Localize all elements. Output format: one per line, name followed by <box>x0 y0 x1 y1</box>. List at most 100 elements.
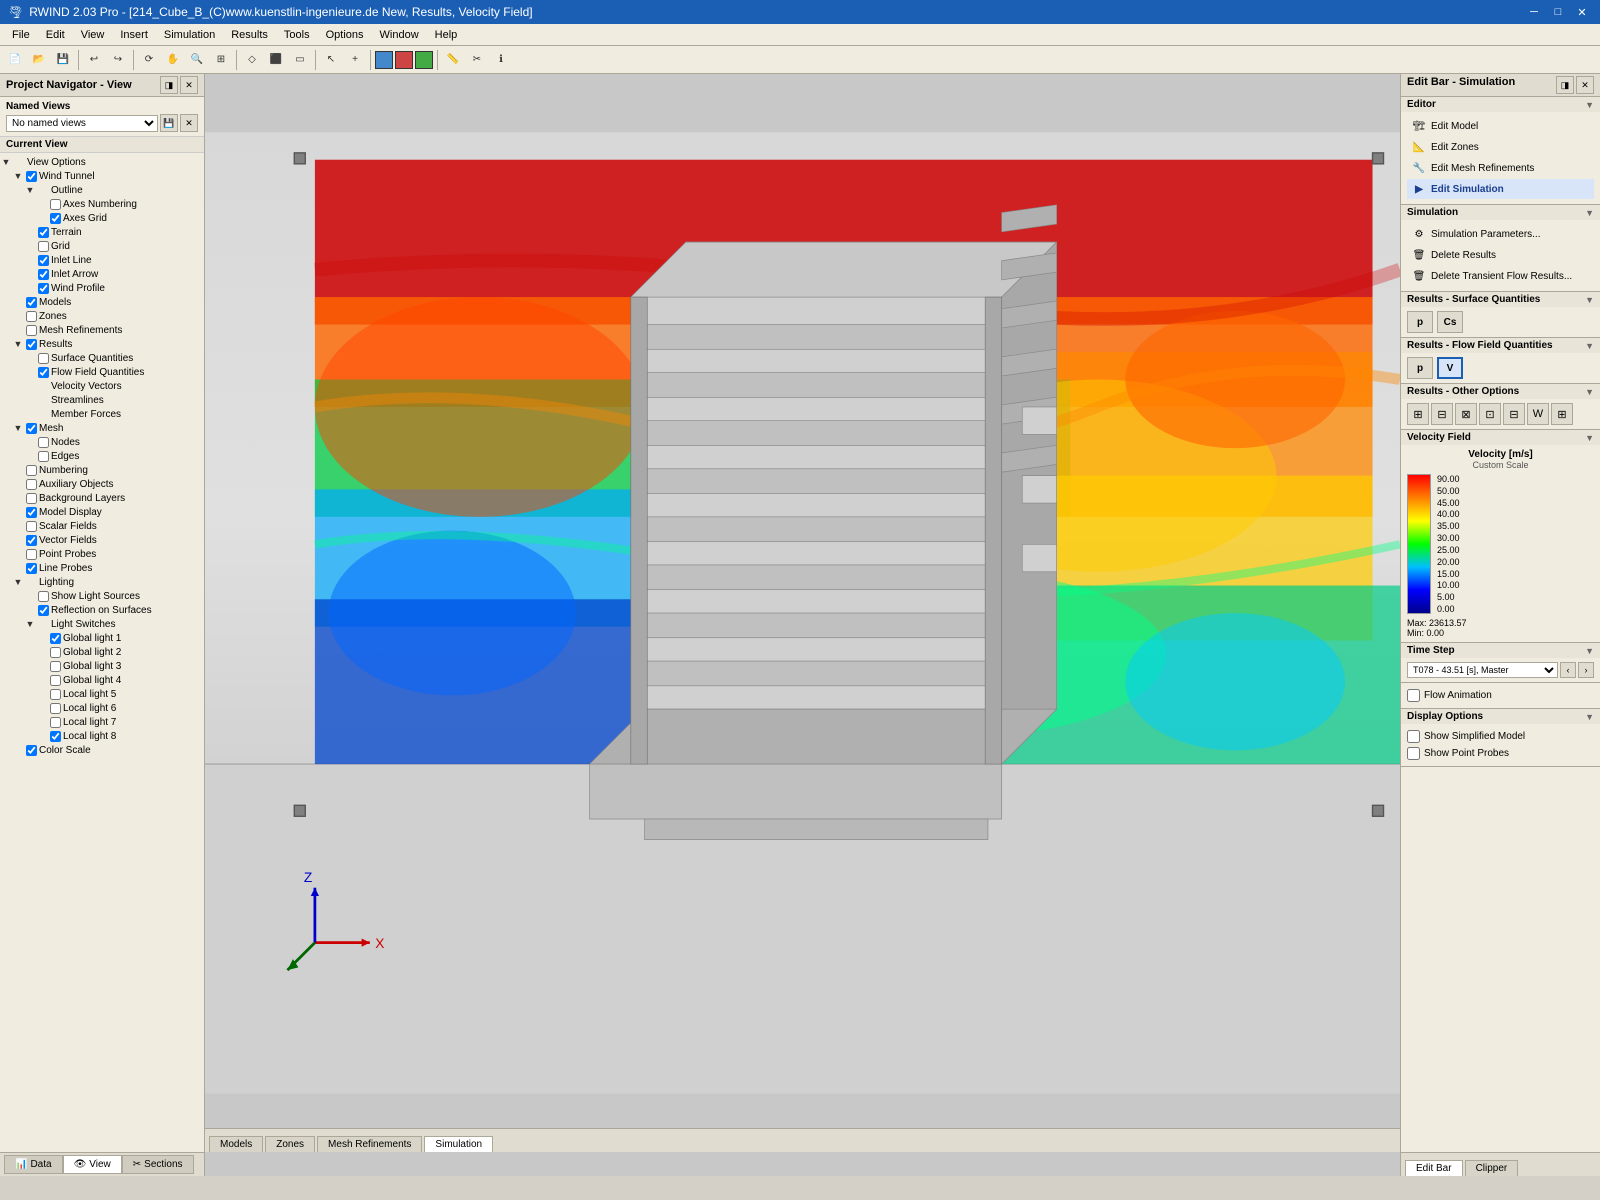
tree-expand-auxiliary-objects[interactable] <box>12 478 24 490</box>
menu-item-insert[interactable]: Insert <box>112 27 156 43</box>
tree-node-outline[interactable]: ▼Outline <box>0 183 204 197</box>
undo-button[interactable]: ↩ <box>83 49 105 71</box>
tree-expand-background-layers[interactable] <box>12 492 24 504</box>
tree-expand-axes-numbering[interactable] <box>36 198 48 210</box>
menu-item-window[interactable]: Window <box>372 27 427 43</box>
flow-p-button[interactable]: p <box>1407 357 1433 379</box>
other-btn-7[interactable]: ⊞ <box>1551 403 1573 425</box>
tree-checkbox-axes-grid[interactable] <box>50 213 61 224</box>
tree-node-view-options[interactable]: ▼View Options <box>0 155 204 169</box>
clipper-tab[interactable]: Clipper <box>1465 1160 1519 1176</box>
display-options-toggle[interactable]: ▼ <box>1585 712 1594 722</box>
tree-node-color-scale[interactable]: Color Scale <box>0 743 204 757</box>
view-top-button[interactable]: ⬛ <box>265 49 287 71</box>
tree-node-model-display[interactable]: Model Display <box>0 505 204 519</box>
tree-checkbox-nodes[interactable] <box>38 437 49 448</box>
tree-expand-vector-fields[interactable] <box>12 534 24 546</box>
tree-node-flow-field-quantities[interactable]: Flow Field Quantities <box>0 365 204 379</box>
surface-cs-button[interactable]: Cs <box>1437 311 1463 333</box>
select-button[interactable]: ↖ <box>320 49 342 71</box>
tree-node-axes-numbering[interactable]: Axes Numbering <box>0 197 204 211</box>
tree-expand-velocity-vectors[interactable] <box>24 380 36 392</box>
tree-node-zones[interactable]: Zones <box>0 309 204 323</box>
tree-node-mesh-refinements[interactable]: Mesh Refinements <box>0 323 204 337</box>
tree-expand-nodes[interactable] <box>24 436 36 448</box>
named-views-delete-button[interactable]: ✕ <box>180 114 198 132</box>
viewport-canvas[interactable]: X Z ModelsZonesMesh RefinementsSimulatio… <box>205 74 1400 1152</box>
info-button[interactable]: ℹ <box>490 49 512 71</box>
tree-expand-zones[interactable] <box>12 310 24 322</box>
tree-node-reflection-on-surfaces[interactable]: Reflection on Surfaces <box>0 603 204 617</box>
tree-node-grid[interactable]: Grid <box>0 239 204 253</box>
tree-node-local-light-8[interactable]: Local light 8 <box>0 729 204 743</box>
tree-expand-edges[interactable] <box>24 450 36 462</box>
pan-button[interactable]: ✋ <box>162 49 184 71</box>
tree-checkbox-auxiliary-objects[interactable] <box>26 479 37 490</box>
tree-checkbox-mesh-refinements[interactable] <box>26 325 37 336</box>
tree-node-velocity-vectors[interactable]: Velocity Vectors <box>0 379 204 393</box>
tree-checkbox-model-display[interactable] <box>26 507 37 518</box>
tree-node-surface-quantities[interactable]: Surface Quantities <box>0 351 204 365</box>
view-iso-button[interactable]: ◇ <box>241 49 263 71</box>
tree-expand-inlet-arrow[interactable] <box>24 268 36 280</box>
tree-node-numbering[interactable]: Numbering <box>0 463 204 477</box>
tree-node-edges[interactable]: Edges <box>0 449 204 463</box>
other-btn-5[interactable]: ⊟ <box>1503 403 1525 425</box>
named-views-select[interactable]: No named views <box>6 115 158 132</box>
menu-item-simulation[interactable]: Simulation <box>156 27 223 43</box>
other-btn-3[interactable]: ⊠ <box>1455 403 1477 425</box>
tree-node-background-layers[interactable]: Background Layers <box>0 491 204 505</box>
flow-v-button[interactable]: V <box>1437 357 1463 379</box>
results-flow-toggle[interactable]: ▼ <box>1585 341 1594 351</box>
tree-node-global-light-3[interactable]: Global light 3 <box>0 659 204 673</box>
tree-expand-flow-field-quantities[interactable] <box>24 366 36 378</box>
tree-checkbox-local-light-5[interactable] <box>50 689 61 700</box>
sections-tab[interactable]: ✂ Sections <box>122 1155 194 1174</box>
tree-expand-color-scale[interactable] <box>12 744 24 756</box>
tree-node-axes-grid[interactable]: Axes Grid <box>0 211 204 225</box>
velocity-field-toggle[interactable]: ▼ <box>1585 433 1594 443</box>
clip-button[interactable]: ✂ <box>466 49 488 71</box>
tree-expand-line-probes[interactable] <box>12 562 24 574</box>
tree-expand-local-light-5[interactable] <box>36 688 48 700</box>
tree-node-light-switches[interactable]: ▼Light Switches <box>0 617 204 631</box>
menu-item-tools[interactable]: Tools <box>276 27 318 43</box>
tree-expand-show-light-sources[interactable] <box>24 590 36 602</box>
tree-expand-view-options[interactable]: ▼ <box>0 156 12 168</box>
tree-checkbox-color-scale[interactable] <box>26 745 37 756</box>
tree-expand-terrain[interactable] <box>24 226 36 238</box>
tree-node-global-light-4[interactable]: Global light 4 <box>0 673 204 687</box>
tree-node-global-light-1[interactable]: Global light 1 <box>0 631 204 645</box>
tree-node-auxiliary-objects[interactable]: Auxiliary Objects <box>0 477 204 491</box>
tree-expand-global-light-2[interactable] <box>36 646 48 658</box>
tree-node-local-light-5[interactable]: Local light 5 <box>0 687 204 701</box>
tree-node-scalar-fields[interactable]: Scalar Fields <box>0 519 204 533</box>
tree-expand-wind-tunnel[interactable]: ▼ <box>12 170 24 182</box>
time-step-toggle[interactable]: ▼ <box>1585 646 1594 656</box>
tree-checkbox-line-probes[interactable] <box>26 563 37 574</box>
time-step-next[interactable]: › <box>1578 662 1594 678</box>
sim-params-button[interactable]: ⚙ Simulation Parameters... <box>1407 224 1594 244</box>
time-step-select[interactable]: T078 - 43.51 [s], Master <box>1407 662 1558 678</box>
tree-checkbox-reflection-on-surfaces[interactable] <box>38 605 49 616</box>
edit-mesh-button[interactable]: 🔧 Edit Mesh Refinements <box>1407 158 1594 178</box>
color-button-2[interactable] <box>395 51 413 69</box>
menu-item-file[interactable]: File <box>4 27 38 43</box>
time-step-prev[interactable]: ‹ <box>1560 662 1576 678</box>
tree-node-vector-fields[interactable]: Vector Fields <box>0 533 204 547</box>
tree-checkbox-vector-fields[interactable] <box>26 535 37 546</box>
tree-checkbox-local-light-6[interactable] <box>50 703 61 714</box>
tree-checkbox-point-probes[interactable] <box>26 549 37 560</box>
simulation-toggle[interactable]: ▼ <box>1585 208 1594 218</box>
tree-checkbox-inlet-arrow[interactable] <box>38 269 49 280</box>
tree-expand-model-display[interactable] <box>12 506 24 518</box>
menu-item-edit[interactable]: Edit <box>38 27 73 43</box>
tree-expand-point-probes[interactable] <box>12 548 24 560</box>
tree-checkbox-axes-numbering[interactable] <box>50 199 61 210</box>
nav-pin-button[interactable]: ◨ <box>160 76 178 94</box>
other-btn-1[interactable]: ⊞ <box>1407 403 1429 425</box>
mesh-tab[interactable]: Mesh Refinements <box>317 1136 422 1152</box>
other-btn-4[interactable]: ⊡ <box>1479 403 1501 425</box>
menu-item-options[interactable]: Options <box>318 27 372 43</box>
tree-checkbox-terrain[interactable] <box>38 227 49 238</box>
